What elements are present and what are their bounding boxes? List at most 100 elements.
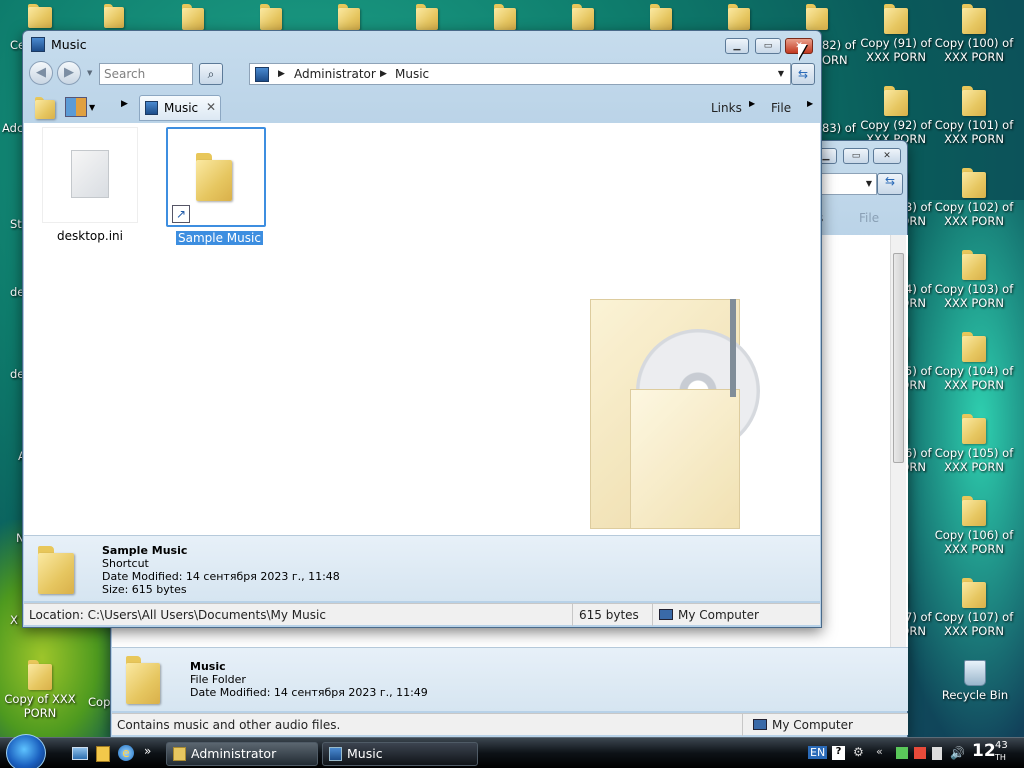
- minimize-button[interactable]: ▁: [725, 38, 749, 54]
- desktop-label-cut: 82) of: [822, 38, 856, 52]
- folder-icon: [884, 4, 908, 34]
- clock-suffix: TH: [995, 753, 1006, 762]
- selection-tile: ↗: [166, 127, 266, 227]
- taskbar: e » Administrator Music EN ? ⚙ « 🔊 12 43…: [0, 734, 1024, 768]
- volume-icon[interactable]: 🔊: [950, 746, 965, 760]
- file-item[interactable]: desktop.ini: [40, 127, 140, 243]
- forward-button[interactable]: ▶: [57, 61, 81, 85]
- desktop-icon[interactable]: Copy of XXX PORN: [0, 660, 80, 720]
- folder-icon: [962, 4, 986, 34]
- chevron-left-icon[interactable]: «: [876, 745, 883, 758]
- breadcrumb-item[interactable]: Music: [395, 64, 429, 84]
- quicklaunch-more[interactable]: »: [144, 744, 151, 758]
- recent-pages-dropdown[interactable]: ▼: [87, 69, 92, 77]
- folder-icon: [962, 414, 986, 444]
- folder-icon: [196, 153, 232, 201]
- desktop-label-cut: ORN: [822, 53, 848, 67]
- file-pane[interactable]: desktop.ini ↗ Sample Music: [24, 123, 820, 535]
- desktop-icon-label: Copy (103) of XXX PORN: [934, 282, 1014, 310]
- minimize-icon: ▁: [733, 41, 741, 51]
- views-icon[interactable]: [65, 97, 87, 117]
- links-menu[interactable]: Links: [711, 101, 742, 115]
- desktop-icon[interactable]: Copy (101) of XXX PORN: [934, 86, 1014, 146]
- desktop-folder-icon[interactable]: [104, 4, 124, 28]
- desktop-folder-icon[interactable]: [494, 4, 516, 30]
- details-name: Sample Music: [102, 544, 188, 557]
- clock-hours[interactable]: 12: [972, 741, 996, 761]
- refresh-icon: ⇆: [797, 67, 809, 81]
- search-button[interactable]: ⌕: [199, 63, 223, 85]
- desktop-icon[interactable]: Copy (91) of XXX PORN: [856, 4, 936, 64]
- taskbar-button-label: Administrator: [191, 746, 277, 761]
- back-button[interactable]: ◀: [29, 61, 53, 85]
- title-bar[interactable]: Music ▁ ▭ ✕: [23, 31, 821, 59]
- chevron-right-icon: ▶: [807, 99, 814, 108]
- back-details-pane: Music File Folder Date Modified: 14 сент…: [112, 647, 908, 711]
- desktop-icon[interactable]: Copy (102) of XXX PORN: [934, 168, 1014, 228]
- show-desktop-icon[interactable]: [72, 747, 88, 760]
- maximize-button[interactable]: ▭: [843, 148, 869, 164]
- scrollbar-thumb[interactable]: [893, 253, 904, 463]
- chevron-down-icon[interactable]: ▼: [778, 64, 784, 84]
- internet-explorer-icon[interactable]: e: [118, 745, 134, 761]
- settings-icon[interactable]: ⚙: [853, 745, 864, 759]
- desktop-icon[interactable]: Copy (92) of XXX PORN: [856, 86, 936, 146]
- desktop-folder-icon[interactable]: [182, 4, 204, 30]
- chevron-right-icon[interactable]: ▶: [121, 99, 128, 109]
- details-date: Date Modified: 14 сентября 2023 г., 11:4…: [102, 570, 340, 583]
- folder-icon: [884, 86, 908, 116]
- search-input[interactable]: Search: [99, 63, 193, 85]
- security-icon[interactable]: [914, 747, 926, 759]
- forward-arrow-icon: ▶: [64, 65, 74, 80]
- desktop-icon[interactable]: Copy (100) of XXX PORN: [934, 4, 1014, 64]
- desktop-icon[interactable]: Copy (103) of XXX PORN: [934, 250, 1014, 310]
- file-menu[interactable]: File: [771, 101, 791, 115]
- folder-up-icon[interactable]: [35, 97, 55, 119]
- desktop-icon[interactable]: Copy (107) of XXX PORN: [934, 578, 1014, 638]
- refresh-button[interactable]: ⇆: [791, 63, 815, 85]
- breadcrumb-separator-icon: ▶: [380, 69, 387, 79]
- refresh-button[interactable]: ⇆: [877, 173, 903, 195]
- file-name: desktop.ini: [57, 229, 123, 243]
- vertical-scrollbar[interactable]: [890, 235, 906, 647]
- desktop-folder-icon[interactable]: [806, 4, 828, 30]
- desktop-icon[interactable]: Copy (106) of XXX PORN: [934, 496, 1014, 556]
- internet-explorer-icon[interactable]: [96, 746, 110, 762]
- breadcrumb-separator-icon: ▶: [278, 69, 285, 79]
- taskbar-button-music[interactable]: Music: [322, 742, 478, 766]
- desktop-icon[interactable]: Copy (105) of XXX PORN: [934, 414, 1014, 474]
- battery-icon[interactable]: [932, 747, 942, 760]
- close-icon[interactable]: ✕: [206, 100, 216, 114]
- desktop-label-cut: Adc: [2, 121, 24, 135]
- desktop-icon-label: Copy (100) of XXX PORN: [934, 36, 1014, 64]
- desktop-folder-icon[interactable]: [260, 4, 282, 30]
- desktop-icon[interactable]: Copy (104) of XXX PORN: [934, 332, 1014, 392]
- language-indicator[interactable]: EN: [808, 746, 828, 759]
- folder-icon: [173, 747, 186, 761]
- help-icon[interactable]: ?: [832, 746, 845, 760]
- status-size: 615 bytes: [572, 604, 639, 626]
- desktop-folder-icon[interactable]: [338, 4, 360, 30]
- desktop-icon-label: Copy (101) of XXX PORN: [934, 118, 1014, 146]
- tab-label: Music: [164, 101, 199, 115]
- address-bar[interactable]: ▶ Administrator ▶ Music ▼: [249, 63, 791, 85]
- taskbar-button-administrator[interactable]: Administrator: [166, 742, 318, 766]
- toolbar-file-menu[interactable]: File: [859, 211, 879, 225]
- maximize-button[interactable]: ▭: [755, 38, 781, 54]
- tab-music[interactable]: Music ✕: [139, 95, 221, 121]
- desktop-icon-label: Copy (91) of XXX PORN: [860, 36, 932, 64]
- desktop-folder-icon[interactable]: [650, 4, 672, 30]
- breadcrumb-item[interactable]: Administrator: [294, 64, 376, 84]
- network-icon[interactable]: [896, 747, 908, 759]
- recycle-bin[interactable]: Recycle Bin: [935, 660, 1015, 702]
- close-button[interactable]: ✕: [873, 148, 901, 164]
- music-folder-icon: [31, 37, 45, 52]
- desktop-folder-icon[interactable]: [572, 4, 594, 30]
- start-button[interactable]: [6, 734, 46, 768]
- desktop-icon-label: Copy (107) of XXX PORN: [934, 610, 1014, 638]
- chevron-down-icon[interactable]: ▼: [89, 103, 95, 112]
- music-explorer-window[interactable]: Music ▁ ▭ ✕ ◀ ▶ ▼ Search ⌕ ▶ Administrat…: [22, 30, 822, 628]
- desktop-folder-icon[interactable]: [416, 4, 438, 30]
- desktop-folder-icon[interactable]: [728, 4, 750, 30]
- computer-icon[interactable]: [28, 4, 52, 28]
